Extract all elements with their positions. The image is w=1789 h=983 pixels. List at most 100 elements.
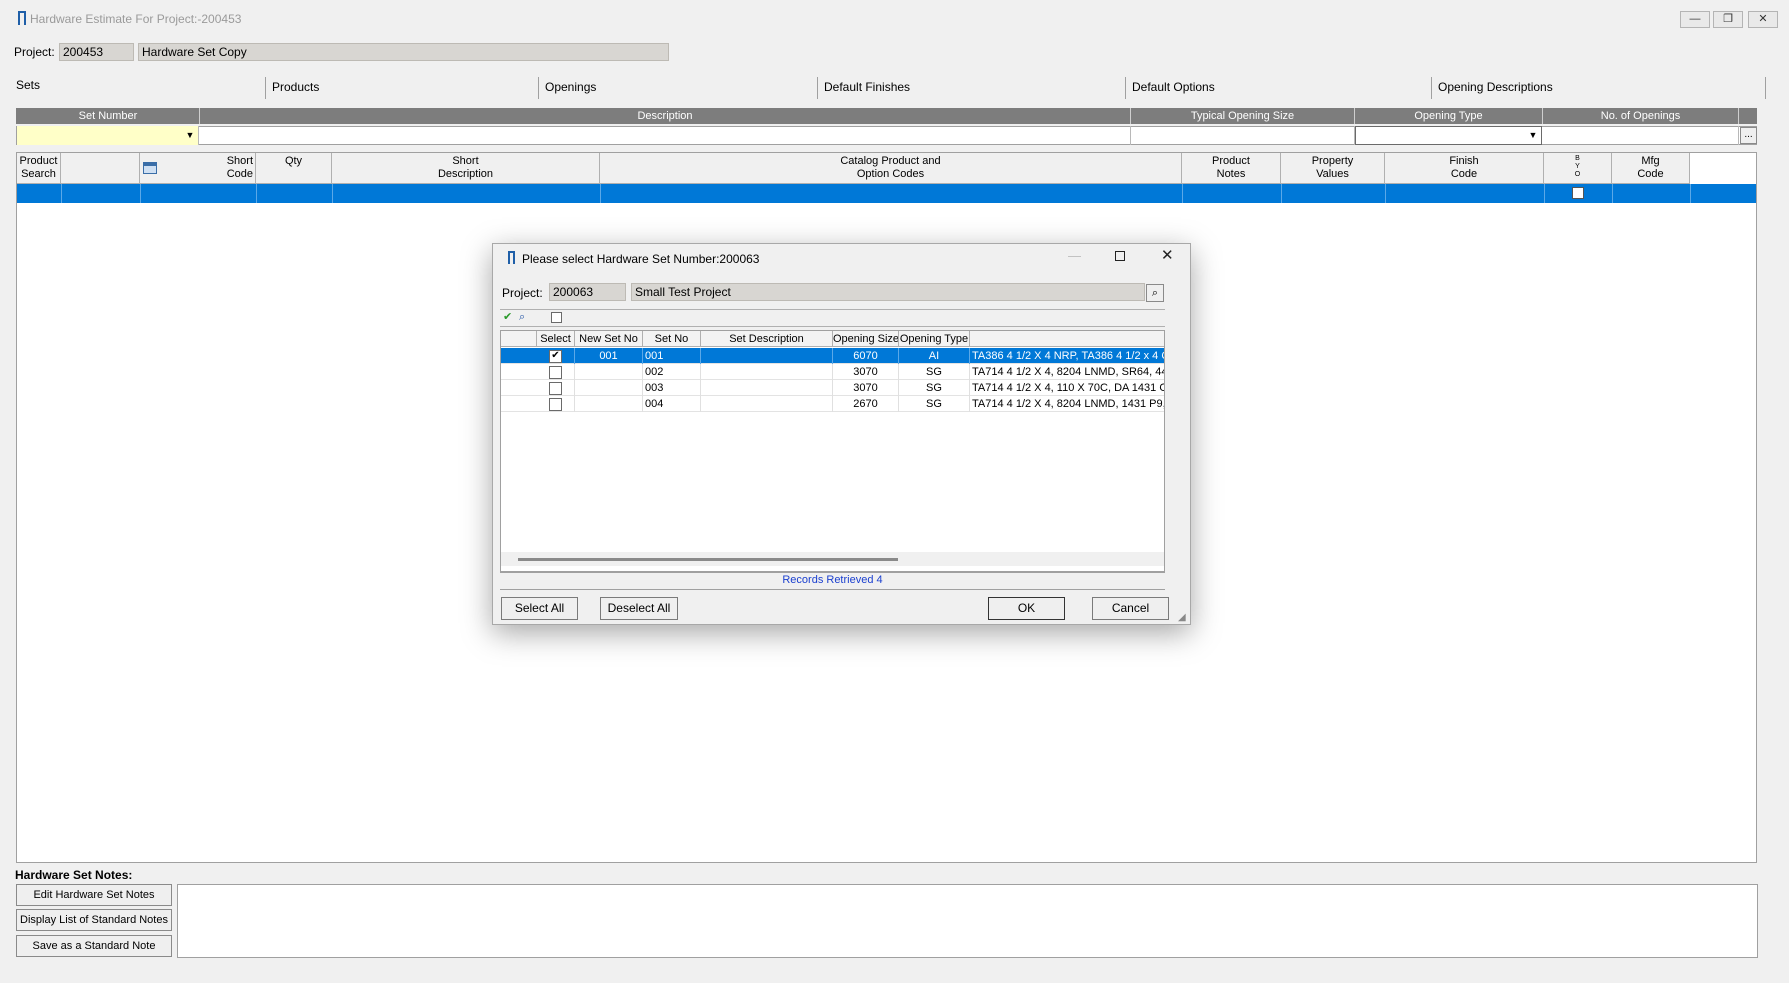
minimize-button[interactable]: —	[1680, 11, 1710, 28]
table-cell-new-set-no[interactable]	[575, 364, 643, 380]
row-separator	[600, 184, 601, 203]
dlg-col-indicator	[501, 331, 537, 347]
grid-col-finish-code: Finish Code	[1385, 153, 1544, 184]
col-opening-type: Opening Type	[1355, 108, 1543, 124]
dlg-col-set-description: Set Description	[701, 331, 833, 347]
row-separator	[61, 184, 62, 203]
tab-opening-descriptions[interactable]: Opening Descriptions	[1431, 77, 1559, 99]
table-cell-set-no: 004	[643, 396, 701, 412]
grid-selected-row[interactable]	[17, 184, 1756, 203]
grid-col-text: Description	[437, 168, 494, 180]
table-cell-new-set-no[interactable]	[575, 380, 643, 396]
table-cell-opening-size: 2670	[833, 396, 899, 412]
opening-type-dropdown-arrow[interactable]: ▼	[1526, 128, 1540, 143]
table-cell-set-no: 001	[643, 348, 701, 364]
row-select-checkbox[interactable]	[549, 382, 562, 395]
calendar-icon[interactable]	[143, 162, 157, 174]
table-cell-new-set-no[interactable]	[575, 396, 643, 412]
select-all-label: Select All	[514, 601, 565, 615]
project-lookup-icon[interactable]: ⌕	[1146, 284, 1164, 302]
grid-col-text: B	[1575, 155, 1580, 162]
col-no-of-openings: No. of Openings	[1543, 108, 1739, 124]
byo-checkbox[interactable]	[1572, 187, 1584, 199]
dialog-maximize-button[interactable]	[1115, 251, 1125, 261]
set-number-dropdown-arrow[interactable]: ▼	[183, 128, 197, 143]
tab-openings[interactable]: Openings	[538, 77, 602, 99]
select-all-button[interactable]: Select All	[501, 597, 578, 620]
row-select-checkbox[interactable]	[549, 366, 562, 379]
title-bar[interactable]	[0, 0, 1789, 38]
project-label: Project:	[14, 45, 55, 59]
display-standard-notes-button[interactable]: Display List of Standard Notes	[16, 909, 172, 931]
grid-col-text: Short	[452, 155, 479, 167]
grid-col-text: Mfg	[1641, 155, 1660, 167]
no-of-openings-input[interactable]	[1543, 126, 1739, 145]
dialog-app-icon	[508, 251, 515, 264]
scrollbar-thumb[interactable]	[518, 558, 898, 561]
grid-col-text: O	[1574, 171, 1581, 178]
table-cell-set-no: 003	[643, 380, 701, 396]
col-typical-opening-size: Typical Opening Size	[1131, 108, 1355, 124]
grid-col-text: Finish	[1449, 155, 1479, 167]
row-separator	[1544, 184, 1545, 203]
grid-col-text: Notes	[1216, 168, 1246, 180]
dialog-close-button[interactable]: ✕	[1161, 246, 1174, 264]
set-description-input[interactable]	[200, 126, 1131, 145]
table-cell	[537, 380, 575, 396]
notes-textarea[interactable]	[177, 884, 1758, 958]
table-cell-set-no: 002	[643, 364, 701, 380]
row-separator	[1385, 184, 1386, 203]
sets-ellipsis-button[interactable]: ...	[1740, 127, 1757, 144]
ok-label: OK	[1017, 601, 1036, 615]
dialog-minimize-button[interactable]: —	[1068, 248, 1081, 263]
uncheck-all-icon[interactable]: ⌕	[519, 311, 533, 324]
dlg-col-new-set-no: New Set No	[575, 331, 643, 347]
tab-default-options[interactable]: Default Options	[1125, 77, 1221, 99]
grid-col-text: Values	[1316, 168, 1349, 180]
dlg-col-opening-type: Opening Type	[899, 331, 970, 347]
edit-notes-button[interactable]: Edit Hardware Set Notes	[16, 884, 172, 906]
table-cell-set-description	[701, 348, 833, 364]
tab-products[interactable]: Products	[265, 77, 325, 99]
filter-checkbox[interactable]	[551, 312, 562, 323]
grid-col-catalog-product: Catalog Product and Option Codes	[600, 153, 1182, 184]
window-title: Hardware Estimate For Project:-200453	[30, 12, 242, 26]
grid-col-text: Code	[1450, 168, 1478, 180]
close-button[interactable]: ✕	[1748, 11, 1778, 28]
grid-col-qty: Qty	[256, 153, 332, 184]
table-cell-set-description	[701, 396, 833, 412]
restore-button[interactable]: ❐	[1713, 11, 1743, 28]
table-cell-opening-type: AI	[899, 348, 970, 364]
table-cell-opening-type: SG	[899, 364, 970, 380]
grid-col-text: Code	[1637, 168, 1664, 180]
row-separator	[1690, 184, 1691, 203]
tab-sets[interactable]: Sets	[10, 75, 46, 97]
table-cell-opening-type: SG	[899, 380, 970, 396]
row-separator	[140, 184, 141, 203]
save-standard-note-button[interactable]: Save as a Standard Note	[16, 935, 172, 957]
grid-col-mfg-code: Mfg Code	[1612, 153, 1690, 184]
table-cell-set-description	[701, 380, 833, 396]
table-cell: ✔	[537, 348, 575, 364]
tab-end-divider	[1765, 77, 1766, 99]
ok-button[interactable]: OK	[988, 597, 1065, 620]
table-cell-new-set-no[interactable]: 001	[575, 348, 643, 364]
typical-opening-size-input[interactable]	[1131, 126, 1355, 145]
dlg-col-select: Select	[537, 331, 575, 347]
resize-grip-icon[interactable]: ◢	[1178, 612, 1186, 623]
table-cell	[537, 364, 575, 380]
cancel-button[interactable]: Cancel	[1092, 597, 1169, 620]
deselect-all-button[interactable]: Deselect All	[600, 597, 678, 620]
grid-col-blank	[61, 153, 140, 184]
grid-col-text: Property	[1311, 155, 1354, 167]
dialog-filter-row	[500, 309, 1165, 327]
row-separator	[256, 184, 257, 203]
table-cell-opening-size: 3070	[833, 364, 899, 380]
grid-col-text: Y	[1575, 163, 1580, 170]
row-select-checkbox[interactable]	[549, 398, 562, 411]
set-number-dropdown[interactable]	[17, 126, 199, 145]
check-all-icon[interactable]: ✔	[503, 311, 517, 324]
opening-type-dropdown[interactable]	[1355, 126, 1542, 145]
row-select-checkbox[interactable]: ✔	[549, 350, 562, 363]
tab-default-finishes[interactable]: Default Finishes	[817, 77, 916, 99]
